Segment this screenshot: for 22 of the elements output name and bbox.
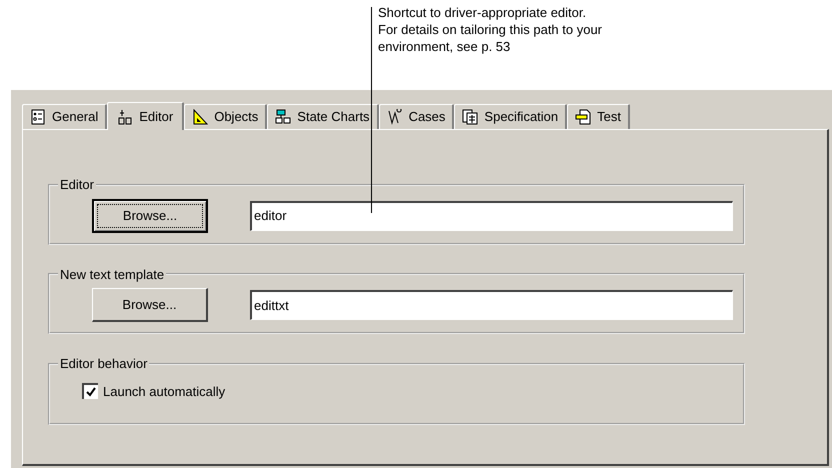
tab[interactable]: Specification <box>454 104 568 129</box>
checkbox[interactable] <box>82 383 98 400</box>
checkbox-label[interactable]: Launch automatically <box>103 382 226 401</box>
callout-text: Shortcut to driver-appropriate editor. For details on tailoring this path to your environment, see p. 53 <box>378 4 602 55</box>
tab[interactable]: General <box>22 104 108 129</box>
path-field[interactable]: edittxt <box>250 290 733 320</box>
diagram-icon <box>275 109 292 125</box>
path-field[interactable]: editor <box>250 200 733 230</box>
browse-button[interactable]: Browse... <box>92 198 208 232</box>
tab[interactable]: Cases <box>378 104 454 129</box>
tab[interactable]: Objects <box>184 104 268 129</box>
tab[interactable]: State Charts <box>267 104 379 129</box>
check-icon <box>86 387 96 398</box>
document-icon <box>462 109 478 125</box>
ruler-page-icon <box>575 109 592 125</box>
group-title: Editor <box>59 176 95 194</box>
browse-button[interactable]: Browse... <box>92 288 208 322</box>
tab[interactable]: Test <box>567 104 630 129</box>
group-title: New text template <box>59 266 166 284</box>
group-title: Editor behavior <box>59 355 148 373</box>
tab[interactable]: Editor <box>107 102 184 130</box>
form-icon <box>30 109 46 125</box>
